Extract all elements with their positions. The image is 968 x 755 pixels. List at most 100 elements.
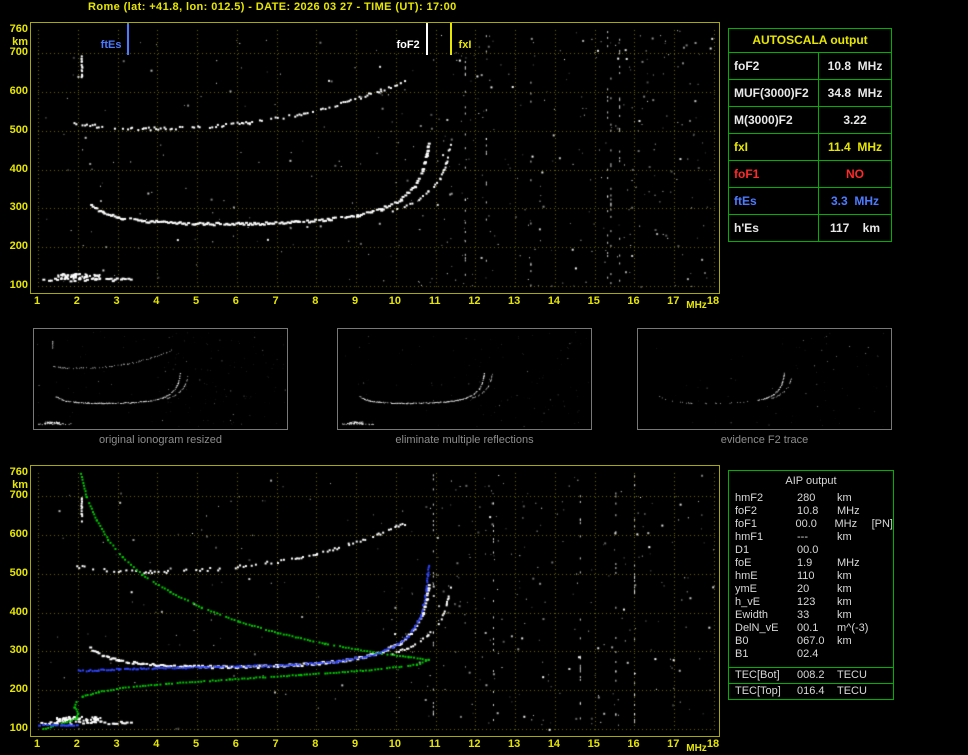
aip-tec-row: TEC[Top] 016.4 TECU: [729, 683, 893, 699]
aip-val: 33: [797, 609, 810, 621]
aip-unit: MHz: [837, 557, 860, 569]
x-axis-tick: 15: [587, 738, 600, 750]
autoscala-app-window: Rome (lat: +41.8, lon: 012.5) - DATE: 20…: [0, 0, 968, 755]
aip-val: 00.0: [797, 544, 819, 556]
x-axis-tick: 10: [388, 295, 401, 307]
aip-name: foF1: [735, 518, 758, 530]
top-ionogram-plot: [30, 22, 720, 294]
aip-row-hmf2: hmF2 280 km: [729, 492, 893, 505]
y-axis-tick: 400: [9, 605, 28, 618]
x-axis-tick: 12: [468, 738, 481, 750]
y-axis-tick: 200: [9, 683, 28, 696]
marker-fof2-line: [425, 23, 428, 55]
y-axis-tick: 500: [9, 566, 28, 579]
thumb-evidence-caption: evidence F2 trace: [720, 434, 809, 446]
aip-unit: km: [837, 635, 852, 647]
aip-val: ---: [797, 531, 808, 543]
aip-tec-rows: TEC[Bot] 008.2 TECU TEC[Top] 016.4 TECU: [729, 667, 893, 699]
y-axis-tick: 600: [9, 85, 28, 98]
x-axis-tick: 15: [587, 295, 600, 307]
x-axis-tick: 17: [667, 295, 680, 307]
aip-unit: km: [837, 492, 852, 504]
aip-unit: km: [837, 596, 852, 608]
y-axis-tick: 100: [9, 722, 28, 734]
x-axis-tick: 5: [192, 295, 200, 307]
marker-fof2-label: foF2: [394, 39, 422, 51]
x-axis-unit-mhz: MHz: [686, 300, 707, 311]
aip-note: [875, 492, 893, 505]
aip-tec-row: TEC[Bot] 008.2 TECU: [729, 667, 893, 683]
aip-output-table: AIP output hmF2 280 km foF2 10.8 MHz foF1 00.0 M…: [728, 470, 894, 700]
aip-row-foe: foE 1.9 MHz: [729, 557, 893, 570]
aip-note: [875, 570, 893, 583]
x-axis-tick: 9: [352, 295, 359, 307]
aip-row-fof1: foF1 00.0 MHz [PN]: [729, 518, 893, 531]
aip-note: [875, 531, 893, 544]
station-date-title: Rome (lat: +41.8, lon: 012.5) - DATE: 20…: [88, 1, 457, 13]
aip-val: 20: [797, 583, 810, 595]
x-axis-tick: 4: [153, 738, 160, 750]
aip-parameter-rows: hmF2 280 km foF2 10.8 MHz foF1 00.0 MHz [PN] hmF1 -…: [729, 492, 893, 661]
x-axis-tick: 2: [73, 738, 80, 750]
y-axis-tick: 600: [9, 528, 28, 541]
y-axis-tick: 100: [9, 279, 28, 291]
autoscala-row-value: 117 km: [829, 221, 881, 235]
x-axis-tick: 10: [388, 738, 401, 750]
x-axis-tick: 9: [352, 738, 359, 750]
x-axis-tick: 16: [627, 295, 640, 307]
aip-val: 280: [797, 492, 816, 504]
y-axis-tick: 200: [9, 240, 28, 253]
x-axis-tick: 14: [547, 738, 561, 750]
autoscala-row-label: h'Es: [729, 215, 819, 241]
marker-fxi-line: [449, 23, 452, 55]
autoscala-row-label: foF1: [729, 161, 819, 187]
aip-note: [875, 635, 893, 648]
aip-row-b1: B1 02.4: [729, 648, 893, 661]
aip-name: hmE: [735, 570, 758, 582]
aip-note: [875, 544, 893, 557]
aip-row-h-ve: h_vE 123 km: [729, 596, 893, 609]
aip-val: 067.0: [797, 635, 825, 647]
y-axis-tick: 300: [9, 201, 28, 214]
aip-unit: MHz: [837, 505, 860, 517]
thumb-eliminate-canvas: [338, 329, 591, 429]
x-axis-tick: 4: [153, 295, 160, 307]
autoscala-row-m-3000-f2: M(3000)F2 3.22: [729, 106, 891, 133]
thumb-evidence-f2: [637, 328, 892, 430]
autoscala-row-value: 11.4 MHz: [827, 140, 883, 154]
aip-row-hmf1: hmF1 --- km: [729, 531, 893, 544]
aip-row-b0: B0 067.0 km: [729, 635, 893, 648]
aip-unit: [837, 648, 875, 661]
y-axis-tick: 500: [9, 123, 28, 136]
x-axis-tick: 13: [508, 738, 521, 750]
thumb-original-ionogram: [33, 328, 288, 430]
x-axis-tick: 13: [508, 295, 521, 307]
autoscala-row-label: fxI: [729, 134, 819, 160]
aip-name: TEC[Top]: [735, 685, 781, 697]
thumb-eliminate-reflections: [337, 328, 592, 430]
aip-note: [875, 648, 893, 661]
aip-name: D1: [735, 544, 750, 556]
autoscala-row-ftes: ftEs 3.3 MHz: [729, 187, 891, 214]
aip-note: [875, 622, 893, 635]
aip-output-header: AIP output: [785, 475, 837, 487]
aip-name: hmF1: [735, 531, 764, 543]
aip-unit: TECU: [837, 669, 867, 681]
aip-unit: [837, 544, 875, 557]
y-axis-tick: 700: [9, 489, 28, 502]
aip-row-ewidth: Ewidth 33 km: [729, 609, 893, 622]
autoscala-row-value: 10.8 MHz: [827, 59, 883, 73]
aip-row-fof2: foF2 10.8 MHz: [729, 505, 893, 518]
autoscala-row-value: 3.3 MHz: [830, 194, 879, 208]
autoscala-row-fof2: foF2 10.8 MHz: [729, 53, 891, 79]
aip-name: Ewidth: [735, 609, 769, 621]
aip-val: 1.9: [797, 557, 813, 569]
x-axis-tick: 1: [33, 295, 41, 307]
autoscala-row-fof1: foF1 NO: [729, 160, 891, 187]
x-axis-tick: 2: [73, 295, 80, 307]
aip-note: [875, 557, 893, 570]
aip-row-d1: D1 00.0: [729, 544, 893, 557]
thumb-evidence-canvas: [638, 329, 891, 429]
x-axis-tick: 7: [272, 738, 279, 750]
x-axis-tick: 3: [113, 295, 120, 307]
